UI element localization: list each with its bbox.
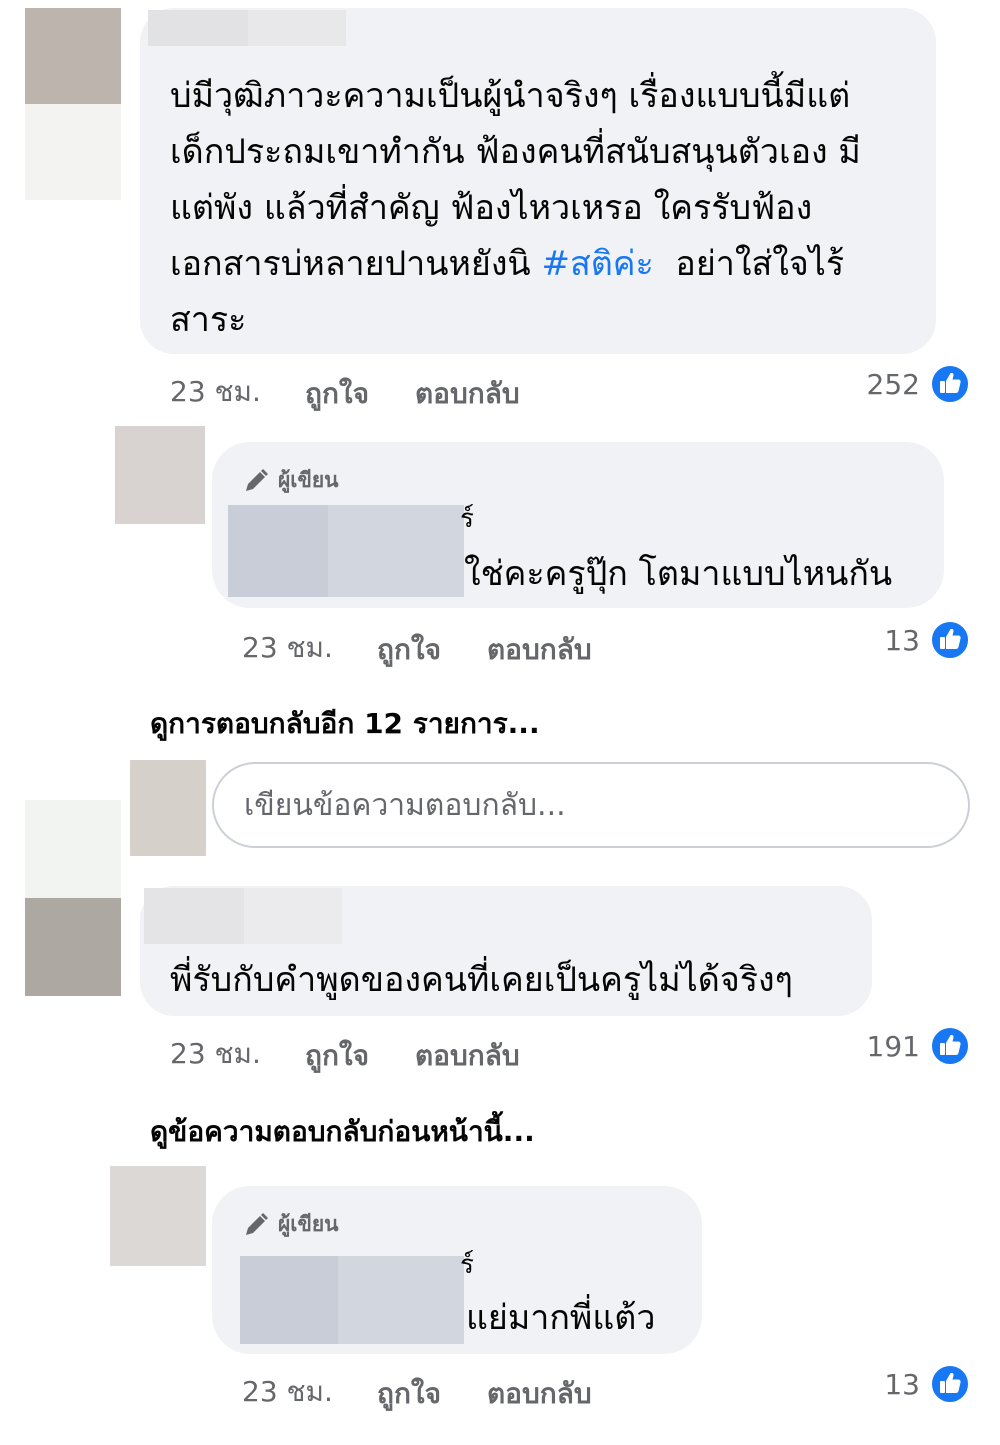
reply-button[interactable]: ตอบกลับ [487, 1372, 592, 1416]
avatar-shadow [25, 800, 121, 898]
avatar[interactable] [110, 1166, 206, 1266]
comment-time[interactable]: 23 ชม. [170, 370, 261, 414]
like-count[interactable]: 252 [840, 368, 920, 401]
name-fragment: ร์ [460, 1250, 474, 1280]
reply-button[interactable]: ตอบกลับ [487, 628, 592, 672]
reply-time[interactable]: 23 ชม. [242, 1370, 333, 1414]
commenter-name[interactable] [240, 1256, 338, 1344]
reply-input[interactable]: เขียนข้อความตอบกลับ... [212, 762, 970, 848]
like-button[interactable]: ถูกใจ [305, 1034, 369, 1078]
like-button[interactable]: ถูกใจ [305, 372, 369, 416]
reply-text: ใช่คะครูปุ๊ก โตมาแบบไหนกัน [464, 554, 893, 594]
avatar[interactable] [25, 898, 121, 996]
author-badge: ผู้เขียน [242, 1208, 339, 1241]
name-fragment: ร์ [460, 504, 474, 534]
commenter-name[interactable] [328, 505, 464, 597]
pencil-icon [242, 1211, 270, 1239]
pencil-icon [242, 467, 270, 495]
like-count[interactable]: 191 [840, 1030, 920, 1063]
thumbs-up-icon [930, 1026, 970, 1066]
avatar[interactable] [25, 8, 121, 104]
like-button[interactable]: ถูกใจ [377, 628, 441, 672]
like-count[interactable]: 13 [840, 624, 920, 657]
thumbs-up-icon [930, 364, 970, 404]
comment-text: พี่รับกับคำพูดของคนที่เคยเป็นครูไม่ได้จร… [170, 960, 793, 1000]
avatar-shadow [25, 104, 121, 200]
author-badge: ผู้เขียน [242, 464, 339, 497]
comment-text: บ่มีวุฒิภาวะความเป็นผู้นำจริงๆ เรื่องแบบ… [170, 76, 861, 340]
thumbs-up-icon [930, 620, 970, 660]
reply-text: แย่มากพี่แต้ว [466, 1298, 656, 1338]
view-previous-replies-link[interactable]: ดูข้อความตอบกลับก่อนหน้านี้... [150, 1110, 535, 1154]
view-more-replies-link[interactable]: ดูการตอบกลับอีก 12 รายการ... [150, 702, 540, 746]
like-button[interactable]: ถูกใจ [377, 1372, 441, 1416]
like-count[interactable]: 13 [840, 1368, 920, 1401]
hashtag-link[interactable]: #สติค่ะ [541, 244, 653, 284]
reply-time[interactable]: 23 ชม. [242, 626, 333, 670]
commenter-name[interactable] [248, 10, 346, 46]
commenter-name[interactable] [148, 10, 248, 46]
thumbs-up-icon [930, 1364, 970, 1404]
commenter-name[interactable] [228, 505, 328, 597]
comment-time[interactable]: 23 ชม. [170, 1032, 261, 1076]
avatar [130, 760, 206, 856]
avatar[interactable] [115, 426, 205, 524]
commenter-name[interactable] [144, 888, 244, 944]
reply-button[interactable]: ตอบกลับ [415, 1034, 520, 1078]
reply-button[interactable]: ตอบกลับ [415, 372, 520, 416]
commenter-name[interactable] [244, 888, 342, 944]
commenter-name[interactable] [338, 1256, 464, 1344]
